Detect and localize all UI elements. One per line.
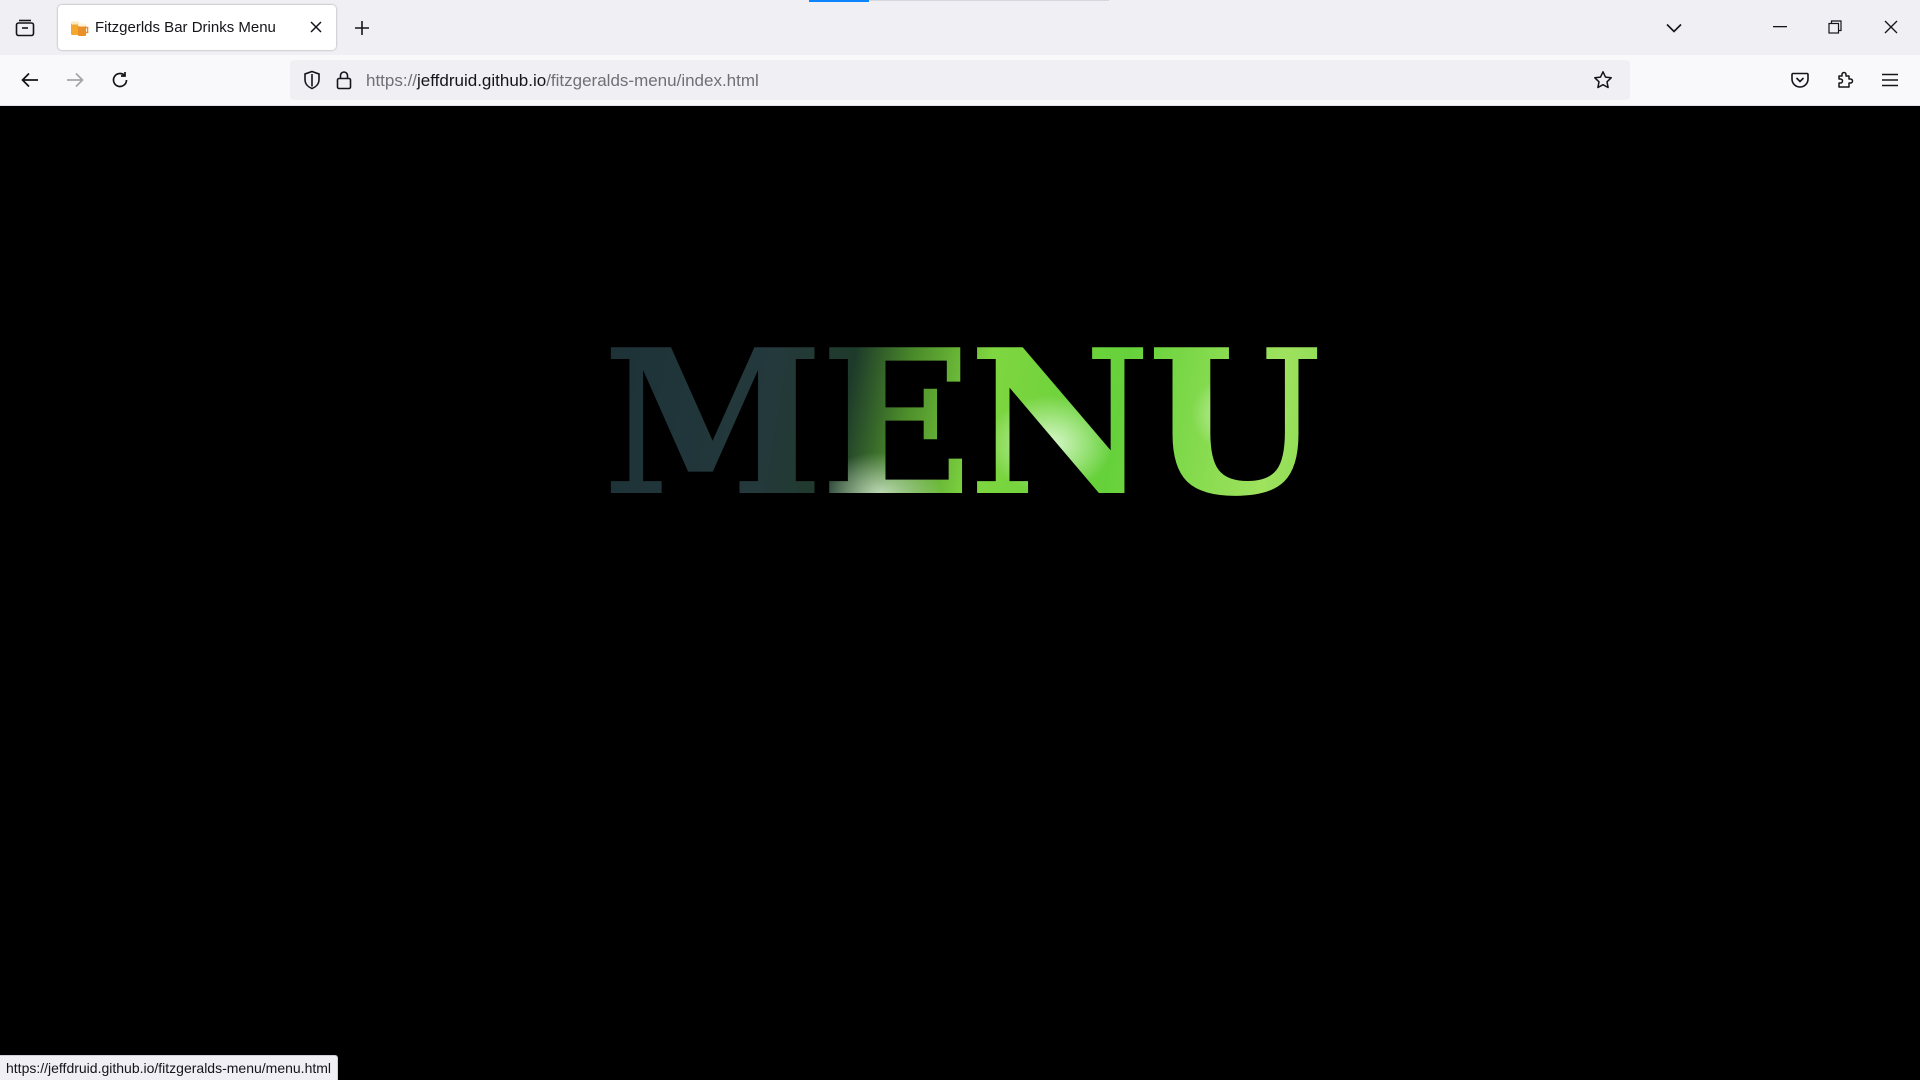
url-scheme: https:// [366,71,418,90]
url-path: /fitzgeralds-menu/index.html [546,71,759,90]
browser-window: Fitzgerlds Bar Drinks Menu https://jeffd… [0,0,1920,1080]
url-bar[interactable]: https://jeffdruid.github.io/fitzgeralds-… [290,60,1630,100]
back-button[interactable] [12,63,48,97]
navigation-toolbar: https://jeffdruid.github.io/fitzgeralds-… [0,55,1920,106]
hamburger-icon [1882,73,1898,87]
plus-icon [354,20,370,36]
url-text[interactable]: https://jeffdruid.github.io/fitzgeralds-… [366,71,759,91]
puzzle-icon [1836,71,1854,89]
chevron-down-icon [1666,23,1682,33]
reload-icon [111,71,129,89]
url-host: jeffdruid.github.io [417,71,547,90]
window-close-button[interactable] [1868,10,1914,44]
arrow-right-icon [66,72,84,88]
restore-icon [1828,20,1842,34]
extensions-button[interactable] [1827,63,1863,97]
tab-close-button[interactable] [302,13,330,41]
tab-active[interactable]: Fitzgerlds Bar Drinks Menu [58,5,336,50]
bookmark-button[interactable] [1587,64,1619,96]
tab-strip: Fitzgerlds Bar Drinks Menu [0,0,1920,55]
minimize-icon [1773,26,1787,28]
page-content: MENU [0,106,1920,1080]
new-tab-button[interactable] [346,12,378,44]
window-minimize-button[interactable] [1757,10,1803,44]
application-menu-button[interactable] [1872,63,1908,97]
tracking-protection-button[interactable] [296,64,328,96]
shield-icon [303,70,321,90]
forward-button[interactable] [57,63,93,97]
status-link-preview: https://jeffdruid.github.io/fitzgeralds-… [0,1055,339,1080]
close-icon [310,21,322,33]
window-restore-button[interactable] [1812,10,1858,44]
star-icon [1593,70,1613,90]
tab-manager-icon [15,19,35,37]
arrow-left-icon [21,72,39,88]
beer-mugs-icon [69,18,89,38]
pocket-button[interactable] [1782,63,1818,97]
pocket-icon [1791,72,1809,88]
tab-manager-button[interactable] [6,12,44,44]
close-icon [1884,20,1898,34]
site-info-button[interactable] [328,64,360,96]
lock-icon [336,70,352,90]
reload-button[interactable] [102,63,138,97]
tab-strip-indicator [809,0,869,2]
list-all-tabs-button[interactable] [1656,12,1692,44]
tab-strip-divider [869,0,1109,1]
tab-title: Fitzgerlds Bar Drinks Menu [95,19,276,36]
menu-heading-link[interactable]: MENU [0,324,1920,524]
